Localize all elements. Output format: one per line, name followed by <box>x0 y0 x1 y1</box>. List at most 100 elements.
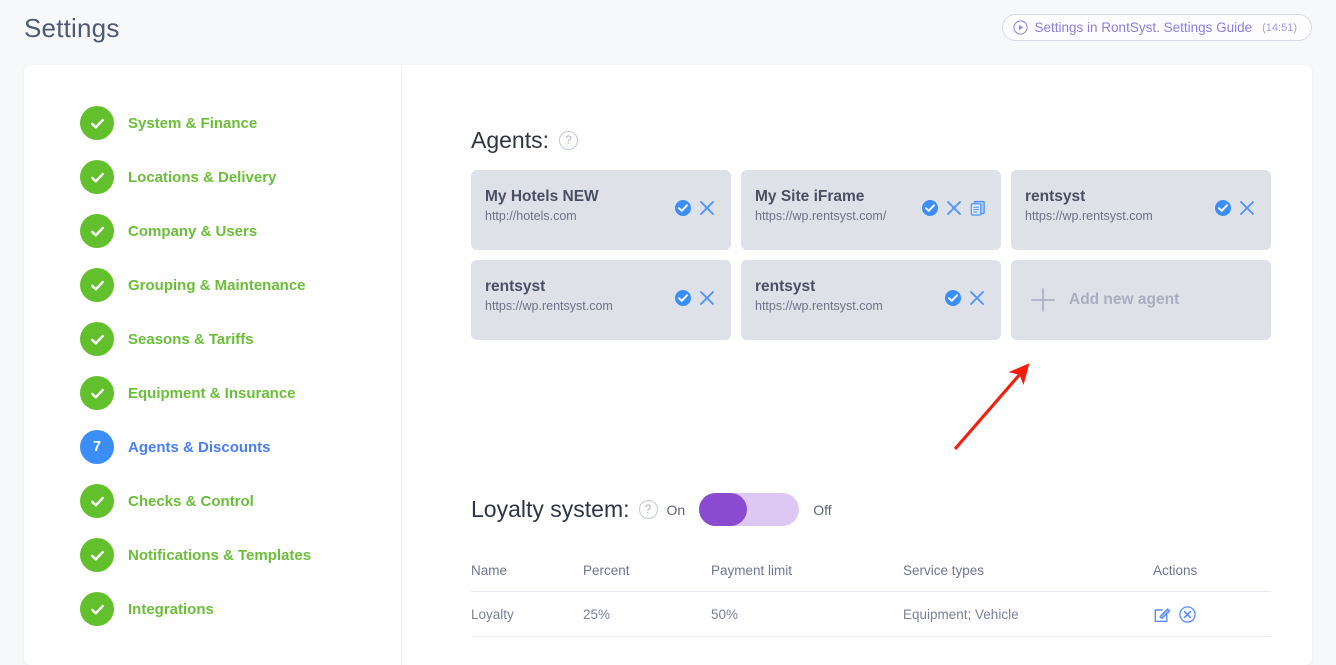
page-title: Settings <box>24 13 120 44</box>
agent-card[interactable]: My Site iFrame https://wp.rentsyst.com/ <box>741 170 1001 250</box>
agent-url: http://hotels.com <box>485 209 675 223</box>
agents-title: Agents: <box>471 127 549 154</box>
close-icon[interactable] <box>1237 198 1257 218</box>
agent-name: rentsyst <box>755 278 933 296</box>
play-circle-icon <box>1013 20 1028 35</box>
cell-actions <box>1153 605 1271 624</box>
check-badge-icon[interactable] <box>674 289 692 307</box>
close-icon[interactable] <box>697 288 717 308</box>
check-circle-icon <box>80 322 114 356</box>
column-header-percent: Percent <box>583 563 711 578</box>
sidebar-item-label: Grouping & Maintenance <box>128 277 306 294</box>
agent-card[interactable]: My Hotels NEW http://hotels.com <box>471 170 731 250</box>
table-header-row: Name Percent Payment limit Service types… <box>471 550 1271 592</box>
cell-percent: 25% <box>583 607 711 622</box>
toggle-on-label: On <box>667 502 686 518</box>
settings-panel: System & Finance Locations & Delivery Co… <box>24 65 1312 665</box>
agent-card[interactable]: rentsyst https://wp.rentsyst.com <box>741 260 1001 340</box>
check-badge-icon[interactable] <box>674 199 692 217</box>
sidebar-item-equipment-insurance[interactable]: Equipment & Insurance <box>80 375 296 411</box>
question-mark-icon[interactable]: ? <box>639 500 658 519</box>
loyalty-table: Name Percent Payment limit Service types… <box>471 550 1271 637</box>
settings-guide-button[interactable]: Settings in RontSyst. Settings Guide (14… <box>1002 14 1312 41</box>
plus-icon <box>1029 286 1057 314</box>
sidebar-item-label: Locations & Delivery <box>128 169 276 186</box>
agent-name: rentsyst <box>1025 188 1203 206</box>
table-row: Loyalty 25% 50% Equipment; Vehicle <box>471 592 1271 637</box>
sidebar-item-label: Checks & Control <box>128 493 254 510</box>
toggle-off-label: Off <box>813 502 831 518</box>
sidebar-item-label: System & Finance <box>128 115 257 132</box>
agent-card[interactable]: rentsyst https://wp.rentsyst.com <box>471 260 731 340</box>
close-icon[interactable] <box>697 198 717 218</box>
copy-icon[interactable] <box>969 199 987 217</box>
sidebar-item-label: Integrations <box>128 601 214 618</box>
question-mark-icon[interactable]: ? <box>559 131 578 150</box>
toggle-knob <box>699 493 747 526</box>
agent-name: My Site iFrame <box>755 188 933 206</box>
count-badge: 7 <box>80 430 114 464</box>
agent-card-actions <box>944 288 987 308</box>
check-circle-icon <box>80 214 114 248</box>
loyalty-section-header: Loyalty system: ? On Off <box>471 493 832 526</box>
sidebar-item-company-users[interactable]: Company & Users <box>80 213 257 249</box>
edit-icon[interactable] <box>1153 605 1172 624</box>
agents-section-header: Agents: ? <box>471 127 578 154</box>
check-circle-icon <box>80 268 114 302</box>
check-badge-icon[interactable] <box>1214 199 1232 217</box>
sidebar-item-locations-delivery[interactable]: Locations & Delivery <box>80 159 276 195</box>
agent-card-actions <box>674 288 717 308</box>
column-header-service-types: Service types <box>903 563 1153 578</box>
loyalty-toggle[interactable] <box>699 493 799 526</box>
close-icon[interactable] <box>944 198 964 218</box>
sidebar-item-label: Seasons & Tariffs <box>128 331 254 348</box>
sidebar-item-label: Company & Users <box>128 223 257 240</box>
check-badge-icon[interactable] <box>921 199 939 217</box>
sidebar-item-checks-control[interactable]: Checks & Control <box>80 483 254 519</box>
check-circle-icon <box>80 538 114 572</box>
check-circle-icon <box>80 484 114 518</box>
cell-name: Loyalty <box>471 607 583 622</box>
agent-card-actions <box>921 198 987 218</box>
delete-icon[interactable] <box>1178 605 1197 624</box>
settings-content: Agents: ? My Hotels NEW http://hotels.co… <box>402 65 1312 665</box>
check-badge-icon[interactable] <box>944 289 962 307</box>
agent-name: My Hotels NEW <box>485 188 663 206</box>
sidebar-item-system-finance[interactable]: System & Finance <box>80 105 257 141</box>
sidebar-item-label: Equipment & Insurance <box>128 385 296 402</box>
agent-card-actions <box>1214 198 1257 218</box>
sidebar-item-label: Notifications & Templates <box>128 547 311 564</box>
sidebar-item-grouping-maintenance[interactable]: Grouping & Maintenance <box>80 267 306 303</box>
cell-service-types: Equipment; Vehicle <box>903 607 1153 622</box>
sidebar-item-seasons-tariffs[interactable]: Seasons & Tariffs <box>80 321 254 357</box>
sidebar-item-agents-discounts[interactable]: 7 Agents & Discounts <box>80 429 271 465</box>
agent-url: https://wp.rentsyst.com/ <box>755 209 945 223</box>
sidebar-item-notifications-templates[interactable]: Notifications & Templates <box>80 537 311 573</box>
sidebar-item-label: Agents & Discounts <box>128 439 271 456</box>
agent-name: rentsyst <box>485 278 663 296</box>
agent-url: https://wp.rentsyst.com <box>1025 209 1215 223</box>
column-header-actions: Actions <box>1153 563 1271 578</box>
count-badge-value: 7 <box>93 440 101 455</box>
top-bar: Settings Settings in RontSyst. Settings … <box>0 0 1336 65</box>
agent-url: https://wp.rentsyst.com <box>755 299 945 313</box>
column-header-name: Name <box>471 563 583 578</box>
agent-card-actions <box>674 198 717 218</box>
guide-button-label: Settings in RontSyst. Settings Guide <box>1035 20 1253 35</box>
guide-duration: (14:51) <box>1262 22 1297 34</box>
check-circle-icon <box>80 376 114 410</box>
close-icon[interactable] <box>967 288 987 308</box>
agent-card[interactable]: rentsyst https://wp.rentsyst.com <box>1011 170 1271 250</box>
settings-sidebar: System & Finance Locations & Delivery Co… <box>24 65 401 665</box>
agents-grid: My Hotels NEW http://hotels.com My Site … <box>471 170 1271 340</box>
agent-url: https://wp.rentsyst.com <box>485 299 675 313</box>
sidebar-item-integrations[interactable]: Integrations <box>80 591 214 627</box>
cell-payment-limit: 50% <box>711 607 903 622</box>
add-new-agent-label: Add new agent <box>1069 291 1179 309</box>
loyalty-title: Loyalty system: <box>471 496 630 523</box>
check-circle-icon <box>80 592 114 626</box>
column-header-payment-limit: Payment limit <box>711 563 903 578</box>
check-circle-icon <box>80 106 114 140</box>
check-circle-icon <box>80 160 114 194</box>
add-new-agent-button[interactable]: Add new agent <box>1011 260 1271 340</box>
